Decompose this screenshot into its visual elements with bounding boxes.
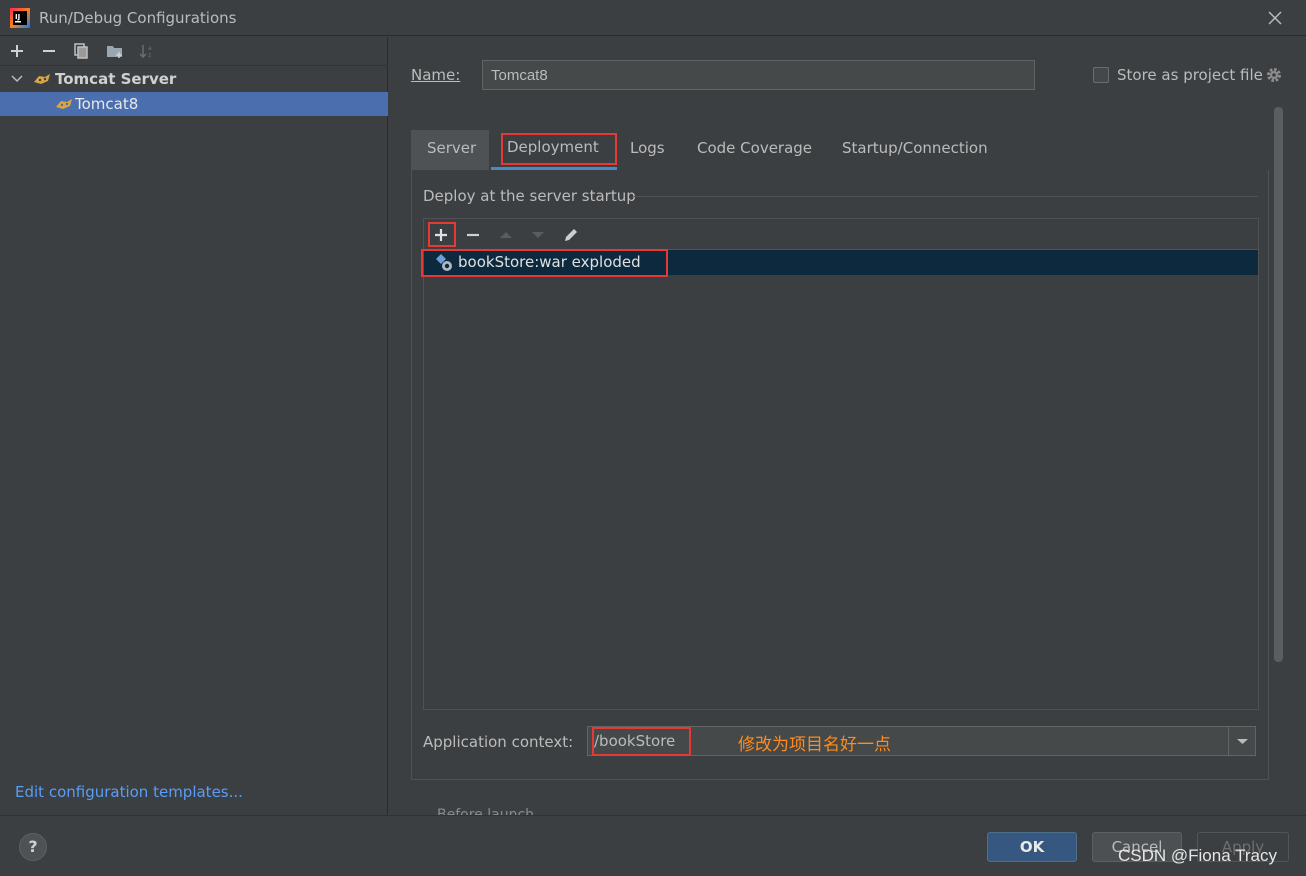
dialog-button-bar: ? OK Cancel Apply CSDN @Fiona Tracy: [0, 815, 1306, 876]
tree-group-label: Tomcat Server: [55, 70, 177, 88]
chevron-down-icon: [1237, 739, 1248, 744]
gear-icon[interactable]: [1265, 66, 1283, 84]
tab-deployment[interactable]: Deployment: [491, 130, 617, 170]
deployment-panel: Deploy at the server startup bookStore:w…: [411, 170, 1269, 780]
store-as-project-file-checkbox[interactable]: [1093, 67, 1109, 83]
intellij-app-icon: IJ: [10, 8, 30, 28]
chevron-down-icon[interactable]: [10, 72, 24, 86]
tab-logs[interactable]: Logs: [614, 130, 681, 170]
tomcat-icon: [56, 99, 72, 109]
move-down-icon[interactable]: [528, 225, 548, 245]
help-button[interactable]: ?: [19, 833, 47, 861]
folder-add-icon[interactable]: [106, 42, 124, 60]
tree-group-tomcat-server[interactable]: Tomcat Server: [0, 67, 388, 91]
configurations-tree-pane: az Tomcat Server Tomcat8 Edit configurat…: [0, 37, 388, 815]
artifact-list: bookStore:war exploded: [421, 218, 1259, 710]
tree-item-tomcat8[interactable]: Tomcat8: [0, 92, 388, 116]
annotation-note: 修改为项目名好一点: [738, 735, 891, 755]
svg-text:z: z: [148, 52, 151, 59]
ok-button[interactable]: OK: [987, 832, 1077, 862]
deploy-group-title: Deploy at the server startup: [423, 187, 636, 205]
application-context-label: Application context:: [423, 733, 574, 751]
tab-server[interactable]: Server: [411, 130, 489, 170]
configuration-editor: Name: Store as project file Server Deplo…: [389, 37, 1306, 823]
deployment-highlight-box: [501, 133, 617, 165]
svg-text:a: a: [148, 45, 152, 52]
add-icon[interactable]: [8, 42, 26, 60]
sort-icon[interactable]: az: [138, 42, 156, 60]
tab-code-coverage[interactable]: Code Coverage: [681, 130, 828, 170]
tomcat-icon: [34, 74, 50, 84]
watermark: CSDN @Fiona Tracy: [1118, 846, 1277, 865]
close-icon[interactable]: [1265, 8, 1285, 28]
edit-pencil-icon[interactable]: [561, 225, 581, 245]
name-label: Name:: [411, 66, 460, 84]
group-divider: [634, 196, 1258, 197]
config-tabs: Server Deployment Logs Code Coverage Sta…: [411, 130, 1271, 170]
artifact-highlight-box: [421, 249, 668, 277]
tree-toolbar: az: [0, 37, 388, 66]
remove-artifact-icon[interactable]: [463, 225, 483, 245]
store-as-project-file-label[interactable]: Store as project file: [1117, 66, 1263, 84]
tree-item-label: Tomcat8: [75, 95, 139, 113]
tab-startup-connection[interactable]: Startup/Connection: [826, 130, 1004, 170]
title-bar: IJ Run/Debug Configurations: [0, 0, 1306, 36]
remove-icon[interactable]: [40, 42, 58, 60]
context-highlight-box: [592, 727, 691, 756]
combobox-arrow[interactable]: [1228, 727, 1255, 755]
edit-templates-link[interactable]: Edit configuration templates...: [15, 783, 243, 801]
add-highlight-box: [428, 222, 456, 247]
vertical-scrollbar[interactable]: [1274, 107, 1283, 662]
copy-icon[interactable]: [72, 42, 90, 60]
name-label-text: Name:: [411, 66, 461, 84]
artifact-row[interactable]: bookStore:war exploded: [421, 249, 1258, 277]
window-title: Run/Debug Configurations: [39, 9, 237, 27]
application-context-combobox[interactable]: /bookStore 修改为项目名好一点: [587, 726, 1256, 756]
artifact-list-toolbar: [424, 219, 1258, 250]
svg-text:IJ: IJ: [15, 13, 20, 21]
move-up-icon[interactable]: [496, 225, 516, 245]
name-input[interactable]: [482, 60, 1035, 90]
